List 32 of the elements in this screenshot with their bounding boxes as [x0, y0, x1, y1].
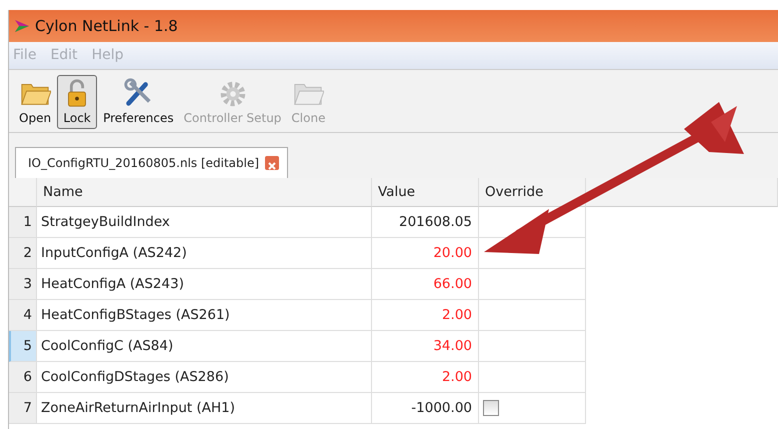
- row-number[interactable]: 2: [9, 238, 37, 269]
- table-cell: 20.00: [372, 238, 479, 269]
- override-checkbox[interactable]: [483, 400, 499, 416]
- row-number[interactable]: 5: [9, 331, 37, 362]
- table-cell: CoolConfigC (AS84): [37, 331, 372, 362]
- table-cell: 66.00: [372, 269, 479, 300]
- column-header: Override: [479, 178, 586, 207]
- row-number[interactable]: 3: [9, 269, 37, 300]
- close-icon[interactable]: [265, 156, 280, 170]
- toolbar-button[interactable]: Open: [15, 75, 56, 129]
- app-logo-icon: [15, 20, 29, 32]
- row-number[interactable]: 6: [9, 362, 37, 393]
- window-title: Cylon NetLink - 1.8: [35, 16, 178, 37]
- row-number[interactable]: 7: [9, 393, 37, 424]
- table-cell: CoolConfigDStages (AS286): [37, 362, 372, 393]
- row-number[interactable]: 1: [9, 207, 37, 238]
- toolbar-button[interactable]: Lock: [57, 75, 98, 129]
- table-cell: ZoneAirReturnAirInput (AH1): [37, 393, 372, 424]
- table-cell: 34.00: [372, 331, 479, 362]
- row-number[interactable]: 4: [9, 300, 37, 331]
- toolbar-button[interactable]: Preferences: [99, 75, 178, 129]
- table-cell: 2.00: [372, 362, 479, 393]
- file-tab[interactable]: IO_ConfigRTU_20160805.nls [editable]: [15, 147, 288, 178]
- table-cell: -1000.00: [372, 393, 479, 424]
- table-cell: HeatConfigA (AS243): [37, 269, 372, 300]
- table-cell: 201608.05: [372, 207, 479, 238]
- table-cell: InputConfigA (AS242): [37, 238, 372, 269]
- column-header: Name: [37, 178, 372, 207]
- column-header: Value: [372, 178, 479, 207]
- table-cell: 2.00: [372, 300, 479, 331]
- table-cell: HeatConfigBStages (AS261): [37, 300, 372, 331]
- table-cell: StratgeyBuildIndex: [37, 207, 372, 238]
